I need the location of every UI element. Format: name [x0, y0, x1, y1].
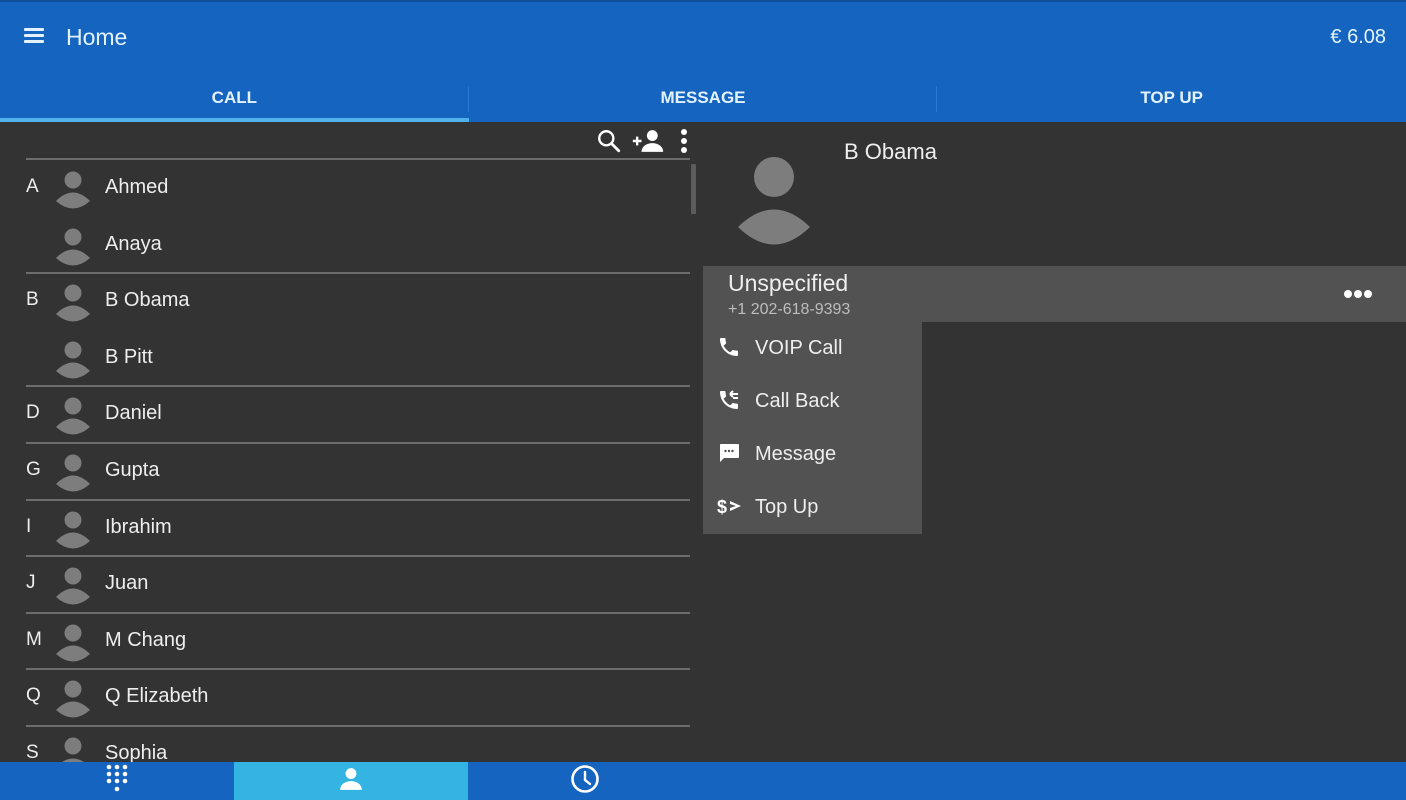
contact-name: Q Elizabeth	[105, 685, 209, 708]
hamburger-menu-icon[interactable]	[20, 26, 50, 50]
message-label: Message	[755, 443, 837, 465]
top-up-label: Top Up	[755, 496, 819, 518]
tab-message-label: MESSAGE	[660, 88, 746, 107]
message-icon	[717, 441, 743, 467]
call-back-action[interactable]: Call Back	[703, 375, 922, 428]
contact-row[interactable]: Q Q Elizabeth	[0, 669, 690, 727]
history-clock-icon	[570, 764, 600, 799]
tab-top-up[interactable]: TOP UP	[937, 76, 1406, 124]
contact-row[interactable]: D Daniel	[0, 386, 690, 444]
section-letter: S	[26, 741, 39, 762]
contacts-toolbar	[0, 122, 700, 158]
contact-avatar-icon	[56, 227, 90, 267]
phone-number-row[interactable]: Unspecified +1 202-618-9393	[703, 266, 1406, 322]
contact-row[interactable]: B Pitt	[0, 330, 690, 388]
tab-top-up-label: TOP UP	[1140, 88, 1204, 107]
contact-avatar-icon	[56, 679, 90, 719]
tab-message[interactable]: MESSAGE	[469, 76, 938, 124]
app-root: Home € 6.08 CALL MESSAGE TOP UP A Ahmed …	[0, 0, 1406, 800]
section-letter: Q	[26, 685, 41, 707]
section-letter: B	[26, 289, 39, 311]
contact-avatar-icon	[56, 510, 90, 550]
section-letter: G	[26, 458, 41, 480]
nav-contacts[interactable]	[234, 762, 468, 800]
contact-detail-pane: B Obama Unspecified +1 202-618-9393 VOIP…	[703, 122, 1406, 762]
message-action[interactable]: Message	[703, 428, 922, 481]
contact-name: Juan	[105, 572, 149, 595]
top-up-icon: $	[717, 494, 743, 520]
balance-display: € 6.08	[1330, 26, 1386, 48]
contacts-pane: A Ahmed Anaya B B Obama B Pitt D Daniel G Gupta I I…	[0, 122, 700, 762]
contact-name: B Pitt	[105, 345, 153, 368]
contact-row[interactable]: G Gupta	[0, 443, 690, 501]
contact-name: Ahmed	[105, 176, 169, 198]
contact-avatar-icon	[56, 453, 90, 493]
contact-name: Daniel	[105, 402, 162, 425]
contact-avatar-icon	[56, 396, 90, 436]
section-letter: A	[26, 176, 39, 197]
more-vert-icon[interactable]	[670, 126, 698, 156]
contact-name: Gupta	[105, 458, 160, 481]
contact-avatar-icon	[56, 736, 90, 762]
section-letter: D	[26, 402, 40, 424]
tab-call[interactable]: CALL	[0, 76, 469, 124]
search-icon[interactable]	[594, 126, 624, 156]
contacts-icon	[338, 766, 364, 797]
call-back-icon	[717, 388, 743, 414]
contact-name: M Chang	[105, 628, 187, 651]
voip-call-action[interactable]: VOIP Call	[703, 322, 922, 375]
more-horiz-icon[interactable]	[1344, 286, 1374, 302]
contact-avatar-icon	[56, 623, 90, 663]
contact-row[interactable]: I Ibrahim	[0, 500, 690, 558]
contact-row[interactable]: A Ahmed	[0, 160, 690, 217]
contact-name: B Obama	[105, 289, 190, 312]
contact-row[interactable]: M M Chang	[0, 613, 690, 671]
number-type-label: Unspecified	[728, 270, 849, 296]
contact-row[interactable]: S Sophia	[0, 726, 690, 762]
contact-avatar-icon	[56, 170, 90, 210]
page-title: Home	[66, 24, 128, 50]
bottom-navigation	[0, 762, 1406, 800]
section-letter: J	[26, 572, 36, 594]
tab-call-label: CALL	[211, 88, 257, 107]
contact-row[interactable]: Anaya	[0, 217, 690, 275]
list-scrollbar[interactable]	[691, 164, 696, 214]
nav-history[interactable]	[468, 762, 702, 800]
contact-name: Anaya	[105, 232, 162, 255]
dialpad-icon	[105, 764, 129, 799]
contact-name: Sophia	[105, 741, 168, 762]
contact-row[interactable]: B B Obama	[0, 273, 690, 330]
number-actions-menu: VOIP Call Call Back Message $ Top Up	[703, 322, 922, 534]
app-bar: Home € 6.08 CALL MESSAGE TOP UP	[0, 0, 1406, 122]
add-person-icon[interactable]	[630, 126, 666, 156]
contact-list: A Ahmed Anaya B B Obama B Pitt D Daniel G Gupta I I…	[0, 160, 690, 762]
nav-dialpad[interactable]	[0, 762, 234, 800]
contact-avatar-icon	[56, 566, 90, 606]
voip-call-label: VOIP Call	[755, 337, 843, 359]
contact-row[interactable]: J Juan	[0, 556, 690, 614]
section-letter: I	[26, 515, 32, 537]
contact-avatar-icon	[56, 283, 90, 323]
top-up-action[interactable]: $ Top Up	[703, 481, 922, 534]
contact-avatar	[735, 152, 817, 252]
contact-name: Ibrahim	[105, 515, 172, 538]
phone-number: +1 202-618-9393	[728, 301, 851, 318]
svg-text:$: $	[717, 497, 727, 517]
contact-avatar-icon	[56, 340, 90, 380]
tab-bar: CALL MESSAGE TOP UP	[0, 76, 1406, 124]
section-letter: M	[26, 628, 42, 650]
call-back-label: Call Back	[755, 390, 840, 412]
contact-name: B Obama	[844, 139, 937, 164]
phone-icon	[717, 335, 743, 361]
